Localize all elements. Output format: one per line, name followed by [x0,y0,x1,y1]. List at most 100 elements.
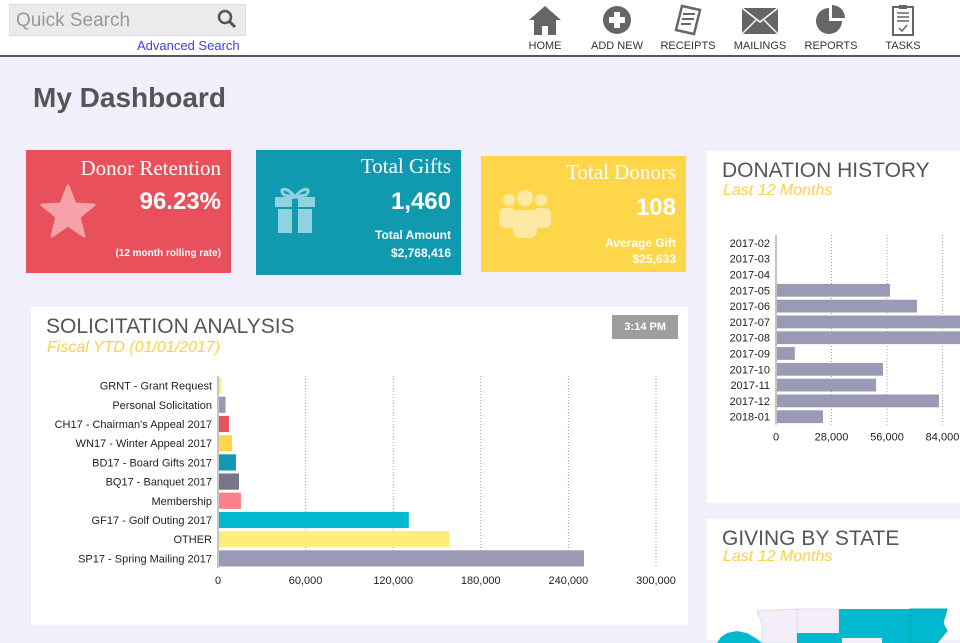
page-title: My Dashboard [33,82,226,113]
donation-history-panel: DONATION HISTORY Last 12 Months 0 28,000 5… [707,151,960,503]
y-tick-label: BD17 - Board Gifts 2017 [92,457,212,469]
y-tick-label: 2017-09 [730,349,770,361]
card-value: 108 [635,194,676,221]
nav-reports[interactable]: REPORTS [796,4,866,52]
top-bar: Quick Search Advanced Search HOME ADD NE… [0,0,960,57]
card-value: 1,460 [390,188,451,215]
bar [219,377,222,394]
y-tick-label: 2017-05 [730,285,770,297]
y-tick-label: 2017-11 [730,380,770,392]
solicitation-analysis-panel: SOLICITATION ANALYSIS Fiscal YTD (01/01/… [31,307,688,625]
y-tick-label: 2017-03 [730,254,770,266]
y-tick-label: OTHER [174,534,213,546]
map-state[interactable] [717,631,762,643]
x-tick-label: 84,000 [926,432,960,444]
y-tick-label: 2017-02 [730,238,770,250]
users-icon [499,190,551,238]
x-tick-label: 0 [773,432,779,444]
envelope-icon [741,7,779,35]
gift-icon [275,187,315,233]
x-tick-label: 60,000 [289,575,323,587]
search-placeholder: Quick Search [16,10,131,31]
pie-chart-icon [816,5,845,34]
total-gifts-card[interactable]: Total Gifts 1,460 Total Amount $2,768,41… [256,150,461,275]
panel-subtitle: Last 12 Months [723,548,833,565]
x-tick-label: 56,000 [870,432,904,444]
y-tick-label: Membership [151,496,212,508]
y-tick-label: WN17 - Winter Appeal 2017 [76,438,212,450]
map-state[interactable] [756,608,798,643]
y-tick-label: 2018-01 [730,412,770,424]
bar [777,410,823,424]
bar [777,299,917,313]
bar [219,511,409,529]
nav-home[interactable]: HOME [510,4,580,52]
nav-label: RECEIPTS [660,40,716,52]
nav-add-new[interactable]: ADD NEW [582,4,652,52]
y-tick-label: SP17 - Spring Mailing 2017 [78,553,212,565]
map-state[interactable] [797,633,839,643]
card-sub-value: $25,633 [632,252,676,266]
giving-by-state-panel: GIVING BY STATE Last 12 Months [707,519,960,643]
plus-circle-icon [603,6,631,34]
card-title: Total Donors [566,160,676,184]
advanced-search-link[interactable]: Advanced Search [137,38,240,53]
bar [777,378,877,392]
y-tick-label: Personal Solicitation [112,400,212,412]
bar [777,362,884,376]
y-tick-label: 2017-12 [730,396,770,408]
x-tick-label: 28,000 [815,432,849,444]
star-icon [40,184,96,238]
bar [219,531,450,548]
card-sub-value: $2,768,416 [390,246,451,260]
bar [777,283,890,297]
donation-history-chart: 0 28,000 56,000 84,000 2017-02 2017-03 2017-04… [730,235,960,444]
map-state[interactable] [842,638,882,643]
bar [219,492,241,509]
home-icon [529,6,561,35]
search-icon[interactable] [217,9,237,29]
x-tick-label: 120,000 [373,575,413,587]
nav-receipts[interactable]: RECEIPTS [653,4,723,52]
nav-tasks[interactable]: TASKS [868,4,938,52]
bar [777,331,960,345]
bar [219,415,229,433]
nav-mailings[interactable]: MAILINGS [725,4,795,52]
card-title: Total Gifts [360,154,451,178]
bar [219,396,226,413]
y-tick-label: GRNT - Grant Request [100,381,212,393]
nav-label: REPORTS [804,40,858,52]
nav-label: ADD NEW [591,40,643,52]
nav-label: HOME [528,40,562,52]
donor-retention-card[interactable]: Donor Retention 96.23% (12 month rolling… [26,150,231,273]
card-sub-label: Total Amount [375,228,451,242]
map-state[interactable] [909,608,948,643]
bar [219,435,232,452]
bar [777,315,960,329]
y-tick-label: 2017-10 [730,364,770,376]
y-tick-label: 2017-07 [730,317,770,329]
y-tick-label: 2017-06 [730,301,770,313]
receipt-icon [674,4,702,36]
bar [219,473,240,490]
card-value: 96.23% [139,188,221,215]
x-tick-label: 0 [215,575,221,587]
card-sub-label: Average Gift [605,236,676,250]
bar [777,394,939,408]
card-title: Donor Retention [80,156,221,180]
bar [219,454,236,471]
nav-label: MAILINGS [733,40,787,52]
total-donors-card[interactable]: Total Donors 108 Average Gift $25,633 [481,156,686,272]
y-tick-label: BQ17 - Banquet 2017 [106,477,212,489]
x-tick-label: 180,000 [461,575,501,587]
nav-label: TASKS [885,40,921,52]
card-note: (12 month rolling rate) [115,248,221,259]
us-state-map [717,608,948,643]
map-state[interactable] [839,609,910,643]
bar [777,347,795,360]
y-tick-label: 2017-04 [730,270,770,282]
y-tick-label: GF17 - Golf Outing 2017 [92,515,212,527]
quick-search-input[interactable]: Quick Search [9,4,246,36]
bar [219,550,584,567]
clipboard-icon [892,5,914,36]
